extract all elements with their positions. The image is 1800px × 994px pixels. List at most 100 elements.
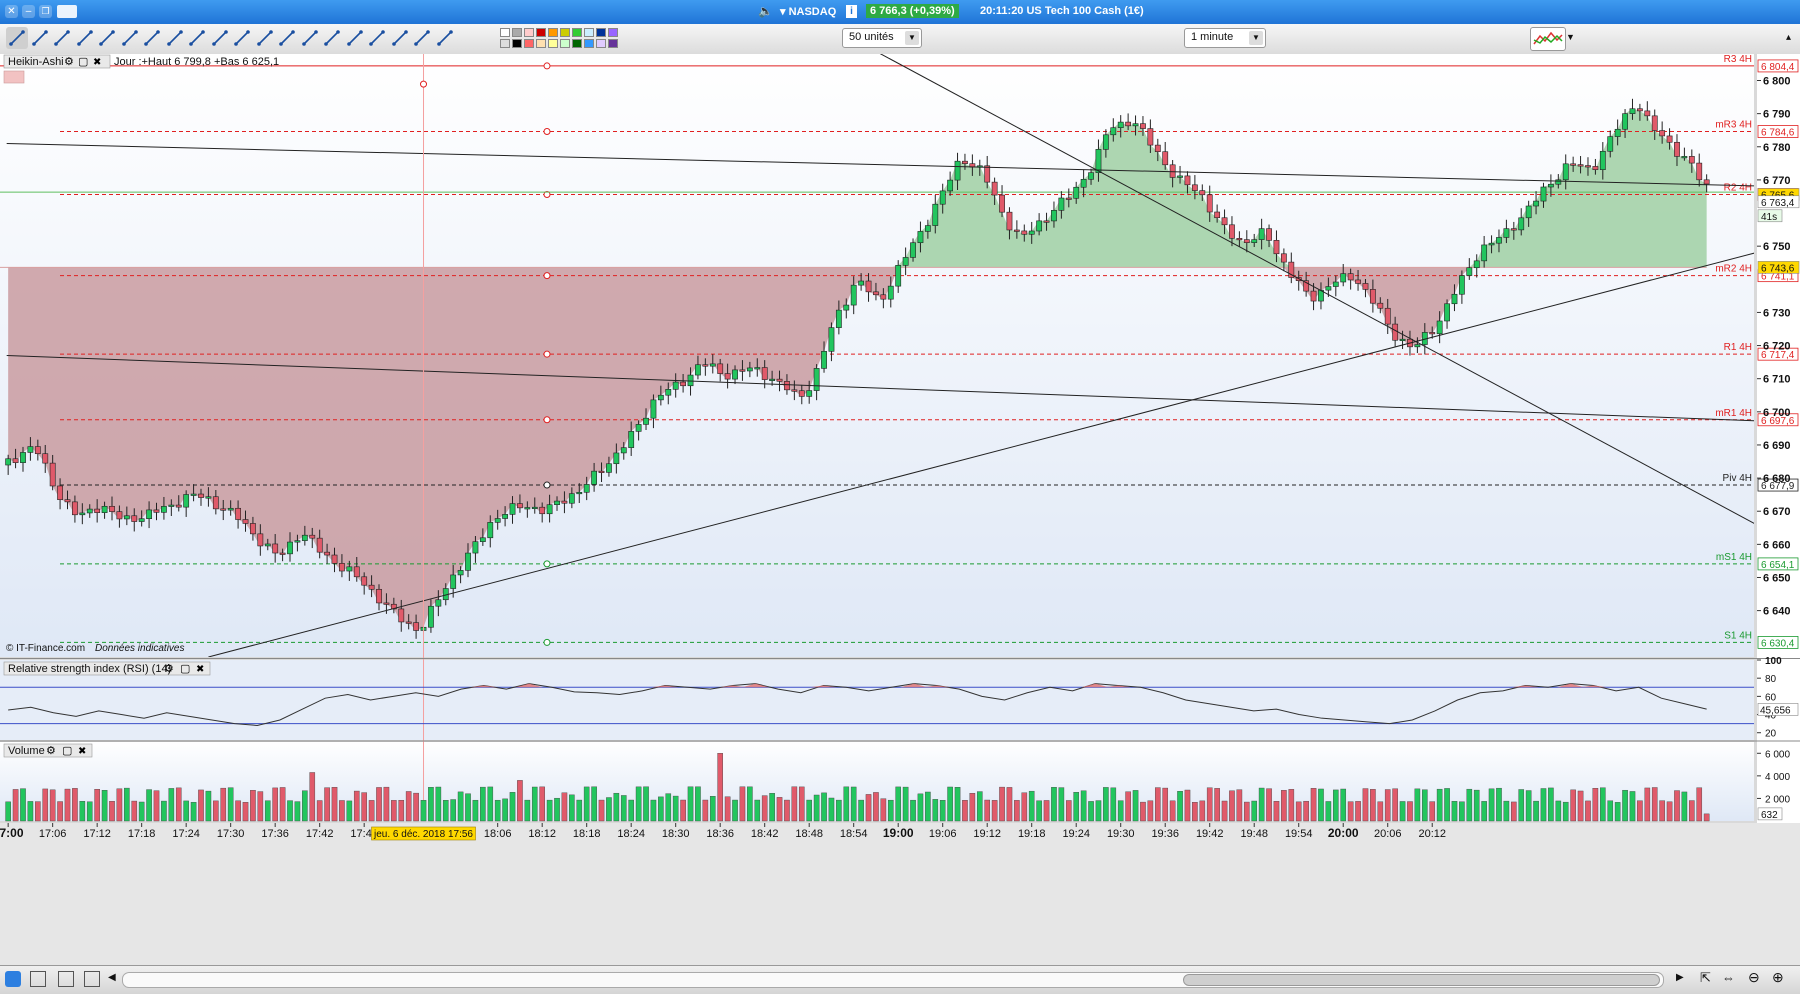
volume-bar[interactable] <box>1562 801 1569 822</box>
volume-bar[interactable] <box>502 798 508 822</box>
volume-bar[interactable] <box>1162 787 1169 822</box>
color-swatch[interactable] <box>536 28 546 37</box>
volume-bar[interactable] <box>331 787 338 822</box>
volume-bar[interactable] <box>583 786 590 822</box>
volume-bar[interactable] <box>613 792 620 822</box>
volume-bar[interactable] <box>1192 802 1198 822</box>
volume-bar[interactable] <box>1481 801 1487 822</box>
volume-bar[interactable] <box>1585 800 1591 822</box>
volume-bar[interactable] <box>843 786 850 822</box>
volume-bar[interactable] <box>902 786 909 822</box>
volume-bar[interactable] <box>1184 789 1191 822</box>
volume-bar[interactable] <box>1614 802 1621 822</box>
volume-bar[interactable] <box>1065 800 1072 822</box>
color-swatch[interactable] <box>500 28 510 37</box>
volume-bar[interactable] <box>428 787 434 822</box>
volume-bar[interactable] <box>1407 801 1413 822</box>
indicator-chart-button[interactable] <box>1530 27 1566 51</box>
volume-bar[interactable] <box>353 790 360 822</box>
volume-bar[interactable] <box>1318 788 1324 822</box>
volume-bar[interactable] <box>1637 800 1643 822</box>
volume-bar[interactable] <box>836 799 842 822</box>
volume-bar[interactable] <box>1577 790 1584 822</box>
cursor-icon[interactable] <box>6 27 28 49</box>
volume-bar[interactable] <box>1281 790 1287 822</box>
panel-toggle-icon[interactable]: ▴ <box>1786 32 1791 43</box>
volume-bar[interactable] <box>880 798 887 822</box>
volume-bar[interactable] <box>1221 800 1228 822</box>
chart-area[interactable]: R3 4H6 804,4mR3 4H6 784,6R2 4H6 765,6mR2… <box>0 54 1800 965</box>
volume-bar[interactable] <box>784 799 790 822</box>
scroll-track[interactable] <box>122 972 1664 988</box>
volume-bar[interactable] <box>465 793 471 822</box>
volume-bar[interactable] <box>947 786 953 822</box>
volume-bar[interactable] <box>1525 790 1532 822</box>
volume-bar[interactable] <box>116 788 123 822</box>
volume-bar[interactable] <box>124 787 130 822</box>
volume-bar[interactable] <box>1110 787 1117 822</box>
volume-bar[interactable] <box>168 788 175 822</box>
volume-bar[interactable] <box>776 797 783 822</box>
volume-bar[interactable] <box>539 786 545 822</box>
volume-bar[interactable] <box>672 795 679 822</box>
volume-bar[interactable] <box>887 799 894 822</box>
volume-bar[interactable] <box>1622 789 1628 822</box>
volume-bar[interactable] <box>1392 788 1398 822</box>
triangle-icon[interactable] <box>344 27 366 49</box>
zoom-out-icon[interactable]: ⊖ <box>1748 969 1760 986</box>
color-swatch[interactable] <box>572 28 582 37</box>
volume-bar[interactable] <box>1399 801 1406 822</box>
color-swatch[interactable] <box>572 39 582 48</box>
volume-bar[interactable] <box>72 788 78 822</box>
volume-bar[interactable] <box>413 792 419 822</box>
volume-bar[interactable] <box>665 793 672 822</box>
volume-bar[interactable] <box>153 790 160 822</box>
volume-bar[interactable] <box>1169 800 1176 822</box>
volume-bar[interactable] <box>131 800 138 822</box>
volume-bar[interactable] <box>376 787 382 822</box>
rectangle-icon[interactable] <box>321 27 343 49</box>
color-swatch[interactable] <box>596 28 606 37</box>
volume-bar[interactable] <box>383 786 390 822</box>
volume-bar[interactable] <box>1058 787 1065 822</box>
volume-bar[interactable] <box>702 799 709 822</box>
volume-bar[interactable] <box>420 800 427 822</box>
volume-bar[interactable] <box>709 796 716 822</box>
volume-bar[interactable] <box>1080 790 1087 822</box>
volume-bar[interactable] <box>1548 787 1554 822</box>
volume-bar[interactable] <box>850 786 857 822</box>
volume-bar[interactable] <box>717 753 723 822</box>
fibonacci-icon[interactable] <box>389 27 411 49</box>
volume-bar[interactable] <box>57 801 63 822</box>
volume-bar[interactable] <box>457 791 464 822</box>
restore-window-icon[interactable]: ❐ <box>39 5 52 18</box>
color-swatch[interactable] <box>524 28 534 37</box>
volume-bar[interactable] <box>932 799 939 822</box>
scroll-right-arrow[interactable]: ▶ <box>1676 972 1684 983</box>
volume-bar[interactable] <box>984 799 991 822</box>
volume-bar[interactable] <box>1681 791 1688 822</box>
volume-bar[interactable] <box>747 786 753 822</box>
minimize-window-icon[interactable]: – <box>22 5 35 18</box>
volume-bar[interactable] <box>161 800 167 822</box>
zoom-icon[interactable] <box>29 27 51 49</box>
volume-bar[interactable] <box>435 786 442 822</box>
volume-bar[interactable] <box>1384 789 1391 822</box>
volume-bar[interactable] <box>1555 800 1562 822</box>
volume-bar[interactable] <box>213 800 219 822</box>
volume-bar[interactable] <box>1533 800 1539 822</box>
volume-bar[interactable] <box>1414 788 1421 822</box>
volume-bar[interactable] <box>769 793 775 822</box>
volume-bar[interactable] <box>472 799 479 822</box>
color-swatch[interactable] <box>584 28 594 37</box>
volume-bar[interactable] <box>1666 801 1673 822</box>
line-icon[interactable] <box>96 27 118 49</box>
color-swatch[interactable] <box>560 39 570 48</box>
fork-icon[interactable] <box>299 27 321 49</box>
volume-bar[interactable] <box>1503 800 1510 822</box>
volume-bar[interactable] <box>1444 788 1450 822</box>
volume-bar[interactable] <box>1051 787 1057 822</box>
volume-bar[interactable] <box>324 787 330 822</box>
volume-bar[interactable] <box>798 786 805 822</box>
volume-bar[interactable] <box>1674 790 1680 822</box>
